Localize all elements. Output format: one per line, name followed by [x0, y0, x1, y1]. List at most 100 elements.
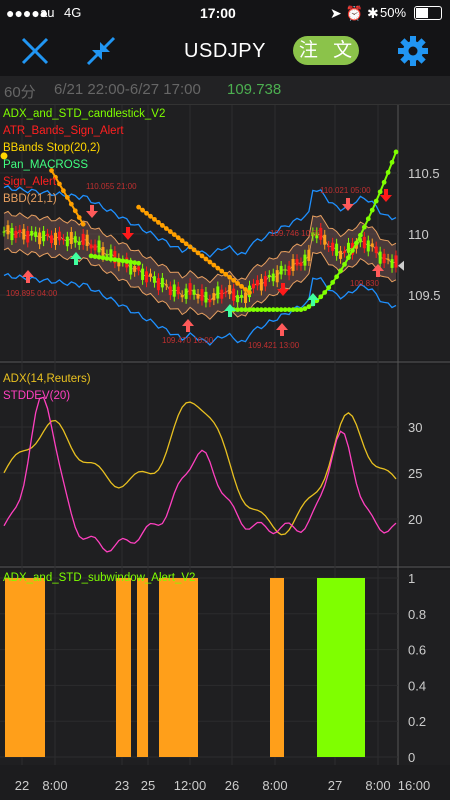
price-tick-label: 109.5 [408, 288, 441, 303]
extreme-price-label: 109.830 [350, 279, 379, 288]
candle-body [196, 293, 200, 299]
candle-body [271, 273, 275, 282]
time-tick-label: 27 [328, 778, 342, 793]
candle-body [164, 284, 168, 286]
gear-icon[interactable] [396, 34, 430, 68]
candle-body [323, 234, 327, 245]
time-tick-label: 23 [115, 778, 129, 793]
alert-bar [5, 578, 45, 757]
candle-body [370, 243, 374, 247]
candle-body [204, 291, 208, 303]
indicator-legend: ADX_and_STD_candlestick_V2 [3, 108, 165, 120]
candle-body [129, 262, 133, 275]
candle-body [339, 250, 343, 259]
time-tick-label: 8:00 [365, 778, 390, 793]
alert-tick-label: 0.6 [408, 643, 426, 658]
indicator-legend: Pan_MACROSS [3, 159, 88, 171]
candle-body [89, 244, 93, 249]
candle-body [382, 253, 386, 264]
candle-body [57, 231, 61, 241]
info-row: 60分 6/21 22:00-6/27 17:00 109.738 [0, 76, 450, 105]
candle-body [42, 230, 46, 242]
indicator-legend: BBD(21,1) [3, 193, 57, 205]
chart-area[interactable]: 110.055 21:00 109.895 04:00 109.470 16:00 1… [0, 105, 450, 800]
candle-body [220, 289, 224, 299]
candle-body [22, 228, 26, 240]
candle-body [232, 288, 236, 301]
extreme-price-label: 109.895 04:00 [6, 289, 58, 298]
candle-body [299, 262, 303, 266]
candle-body [378, 251, 382, 264]
candle-body [26, 230, 30, 243]
date-range: 6/21 22:00-6/27 17:00 [54, 81, 201, 98]
status-bar: ●●●●● au 4G 17:00 ➤ ⏰ ✱ 50% [0, 0, 450, 26]
nav-bar: USDJPY 注 文 [0, 26, 450, 76]
alert-tick-label: 0 [408, 750, 415, 765]
alert-bar [270, 578, 284, 757]
candle-body [303, 254, 307, 266]
candle-body [6, 225, 10, 235]
alert-tick-label: 1 [408, 571, 415, 586]
alert-tick-label: 0.2 [408, 714, 426, 729]
alert-bar [159, 578, 198, 757]
candle-body [224, 292, 228, 294]
candle-body [69, 231, 73, 244]
candle-body [2, 231, 6, 233]
candle-body [109, 249, 113, 258]
candle-body [255, 280, 259, 286]
candle-body [279, 265, 283, 275]
candle-body [331, 242, 335, 251]
candle-body [263, 276, 267, 287]
price-tick-label: 110 [408, 227, 429, 242]
price-tick-label: 110.5 [408, 166, 440, 181]
candle-body [236, 295, 240, 303]
indicator-legend: STDDEV(20) [3, 390, 70, 402]
adx-tick-label: 25 [408, 466, 422, 481]
candle-body [168, 286, 172, 296]
candle-body [145, 271, 149, 283]
indicator-legend: ATR_Bands_Sign_Alert [3, 125, 124, 137]
alert-bar [137, 578, 148, 757]
candle-body [46, 233, 50, 236]
candle-body [216, 286, 220, 299]
timeframe[interactable]: 60分 [4, 81, 36, 102]
candle-body [137, 266, 141, 271]
time-tick-label: 22 [15, 778, 29, 793]
candle-body [192, 289, 196, 295]
candle-body [10, 227, 14, 241]
candle-body [152, 276, 156, 283]
order-button[interactable]: 注 文 [293, 36, 359, 65]
candle-body [366, 240, 370, 252]
candle-body [30, 231, 34, 236]
candle-body [184, 288, 188, 299]
candle-body [394, 255, 398, 268]
alert-bar [116, 578, 131, 757]
candle-body [374, 246, 378, 254]
extreme-price-label: 110.021 05:00 [320, 186, 371, 195]
candle-body [275, 270, 279, 283]
candle-body [133, 266, 137, 272]
candle-body [65, 236, 69, 247]
alert-tick-label: 0.4 [408, 678, 426, 693]
candle-body [176, 286, 180, 295]
candle-body [335, 243, 339, 256]
candle-body [61, 239, 65, 241]
candle-body [50, 235, 54, 243]
carrier: au [40, 5, 55, 20]
candle-body [105, 254, 109, 256]
panel-bg [0, 570, 450, 765]
network: 4G [64, 5, 82, 20]
close-icon[interactable] [18, 34, 52, 68]
candle-body [240, 295, 244, 298]
candle-body [200, 289, 204, 301]
candle-body [343, 251, 347, 253]
indicator-legend: ADX(14,Reuters) [3, 373, 91, 385]
indicator-legend: ADX_and_STD_subwindow_Alert_V2 [3, 572, 195, 584]
adx-tick-label: 30 [408, 420, 422, 435]
extreme-price-label: 110.055 21:00 [86, 182, 137, 191]
candle-body [267, 275, 271, 278]
candle-body [141, 268, 145, 280]
candle-body [34, 231, 38, 237]
candle-body [172, 284, 176, 297]
collapse-icon[interactable] [84, 34, 118, 68]
